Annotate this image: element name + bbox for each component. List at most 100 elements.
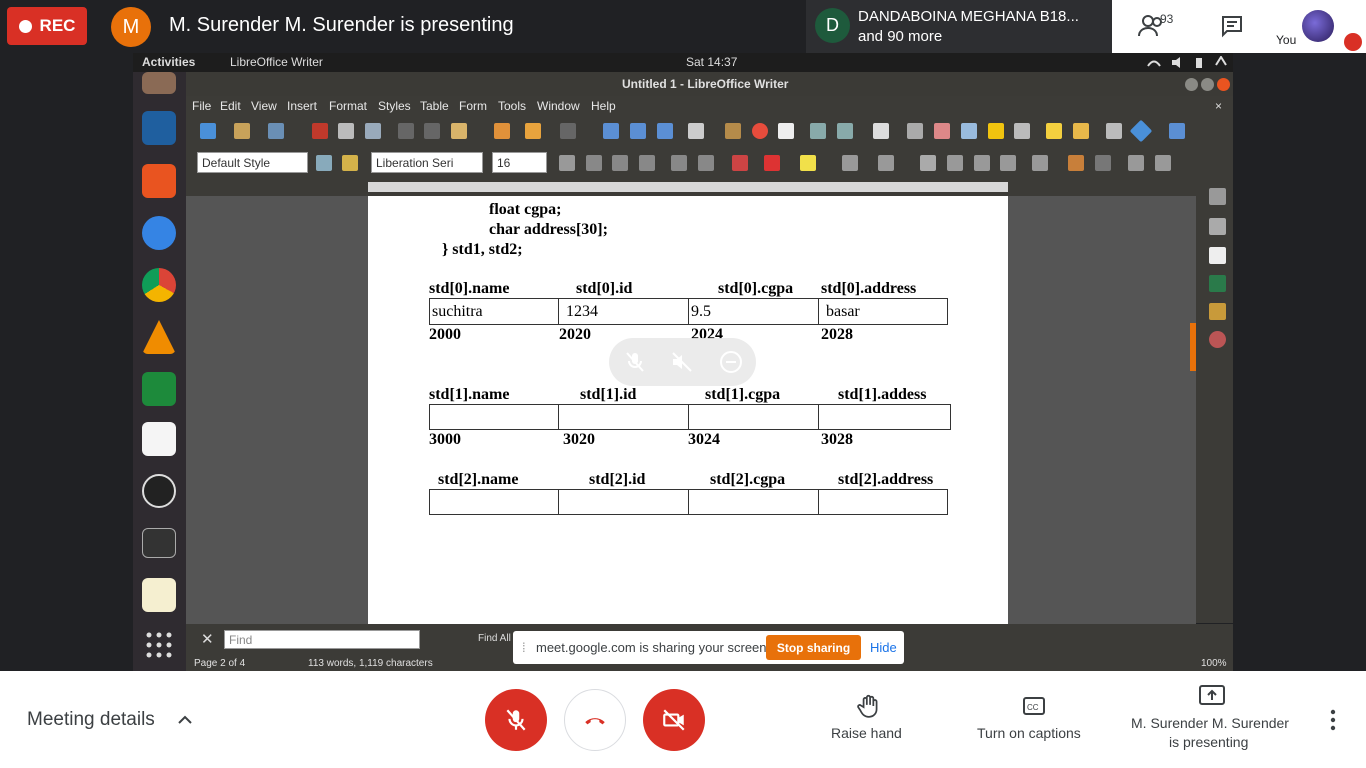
activities-button[interactable]: Activities: [142, 55, 195, 69]
decrease-indent-icon[interactable]: [1155, 155, 1171, 171]
chevron-up-icon[interactable]: [176, 711, 194, 729]
insert-table-icon[interactable]: [688, 123, 704, 139]
dock-obs-icon[interactable]: [142, 474, 176, 508]
underline-icon[interactable]: [612, 155, 628, 171]
speaker-off-icon[interactable]: [670, 350, 694, 374]
close-document-icon[interactable]: ×: [1215, 99, 1222, 113]
menu-form[interactable]: Form: [459, 99, 487, 113]
leave-call-button[interactable]: [564, 689, 626, 751]
table-cell[interactable]: 1234: [566, 303, 598, 321]
table-cell[interactable]: basar: [826, 303, 860, 321]
font-color-icon[interactable]: [764, 155, 780, 171]
new-document-icon[interactable]: [200, 123, 216, 139]
dock-chrome-icon[interactable]: [142, 268, 176, 302]
draw-functions-icon[interactable]: [1169, 123, 1185, 139]
insert-field-icon[interactable]: [837, 123, 853, 139]
mic-off-icon[interactable]: [623, 350, 647, 374]
paste-icon[interactable]: [451, 123, 467, 139]
new-style-icon[interactable]: [342, 155, 358, 171]
hyperlink-icon[interactable]: [907, 123, 923, 139]
bookmark-icon[interactable]: [988, 123, 1004, 139]
clone-formatting-icon[interactable]: [494, 123, 510, 139]
print-icon[interactable]: [338, 123, 354, 139]
insert-textbox-icon[interactable]: [778, 123, 794, 139]
line-spacing-icon[interactable]: [1032, 155, 1048, 171]
copy-icon[interactable]: [424, 123, 440, 139]
increase-indent-icon[interactable]: [1128, 155, 1144, 171]
chat-icon[interactable]: [1220, 14, 1244, 38]
dock-terminal-icon[interactable]: [142, 528, 176, 558]
special-character-icon[interactable]: [873, 123, 889, 139]
align-left-icon[interactable]: [920, 155, 936, 171]
comment-icon[interactable]: [1046, 123, 1062, 139]
self-avatar[interactable]: [1302, 10, 1334, 42]
menu-tools[interactable]: Tools: [498, 99, 526, 113]
maximize-button[interactable]: [1201, 78, 1214, 91]
highlight-color-icon[interactable]: [800, 155, 816, 171]
cross-reference-icon[interactable]: [1014, 123, 1030, 139]
bullets-icon[interactable]: [842, 155, 858, 171]
table-cell[interactable]: 9.5: [691, 303, 711, 321]
menu-help[interactable]: Help: [591, 99, 616, 113]
menu-insert[interactable]: Insert: [287, 99, 317, 113]
track-changes-icon[interactable]: [1073, 123, 1089, 139]
raise-hand-label[interactable]: Raise hand: [831, 725, 902, 741]
close-window-button[interactable]: [1217, 78, 1230, 91]
dock-writer-icon[interactable]: [142, 111, 176, 145]
dock-files-icon[interactable]: [142, 72, 176, 94]
app-menu[interactable]: LibreOffice Writer: [230, 55, 323, 69]
decrease-paragraph-spacing-icon[interactable]: [1095, 155, 1111, 171]
dock-pdf-icon[interactable]: [142, 422, 176, 456]
dock-help-icon[interactable]: [142, 216, 176, 250]
app-grid-icon[interactable]: [146, 632, 172, 658]
increase-paragraph-spacing-icon[interactable]: [1068, 155, 1084, 171]
camera-toggle-button[interactable]: [643, 689, 705, 751]
line-tool-icon[interactable]: [1106, 123, 1122, 139]
save-icon[interactable]: [268, 123, 284, 139]
endnote-icon[interactable]: [961, 123, 977, 139]
meeting-details-button[interactable]: Meeting details: [27, 709, 155, 731]
stop-sharing-button[interactable]: Stop sharing: [766, 635, 861, 660]
table-cell[interactable]: suchitra: [432, 303, 483, 321]
footnote-icon[interactable]: [934, 123, 950, 139]
spellcheck-icon[interactable]: [630, 123, 646, 139]
superscript-icon[interactable]: [671, 155, 687, 171]
sidebar-handle[interactable]: [1190, 323, 1196, 371]
font-size-select[interactable]: 16: [492, 152, 547, 173]
navigator-icon[interactable]: [1209, 331, 1226, 348]
page-icon[interactable]: [1209, 247, 1226, 264]
system-tray-icons[interactable]: [1146, 56, 1228, 69]
undo-icon[interactable]: [525, 123, 541, 139]
properties-icon[interactable]: [1209, 218, 1226, 235]
menu-edit[interactable]: Edit: [220, 99, 241, 113]
page-break-icon[interactable]: [810, 123, 826, 139]
close-find-icon[interactable]: ✕: [201, 630, 214, 648]
styles-icon[interactable]: [1209, 275, 1226, 292]
captions-label[interactable]: Turn on captions: [977, 725, 1081, 741]
sidebar-menu-icon[interactable]: [1209, 188, 1226, 205]
open-folder-icon[interactable]: [234, 123, 250, 139]
align-center-icon[interactable]: [947, 155, 963, 171]
formatting-marks-icon[interactable]: [657, 123, 673, 139]
hide-button[interactable]: Hide: [870, 640, 897, 655]
justify-icon[interactable]: [1000, 155, 1016, 171]
menu-view[interactable]: View: [251, 99, 277, 113]
menu-styles[interactable]: Styles: [378, 99, 411, 113]
microphone-toggle-button[interactable]: [485, 689, 547, 751]
drag-handle-icon[interactable]: ⁞: [522, 640, 526, 655]
clock[interactable]: Sat 14:37: [686, 55, 737, 69]
redo-icon[interactable]: [560, 123, 576, 139]
gallery-icon[interactable]: [1209, 303, 1226, 320]
paragraph-style-select[interactable]: Default Style: [197, 152, 308, 173]
raise-hand-icon[interactable]: [856, 693, 882, 719]
export-pdf-icon[interactable]: [312, 123, 328, 139]
find-input[interactable]: Find: [224, 630, 420, 649]
font-name-select[interactable]: Liberation Seri: [371, 152, 483, 173]
insert-chart-icon[interactable]: [752, 123, 768, 139]
dock-software-icon[interactable]: [142, 164, 176, 198]
clear-formatting-icon[interactable]: [732, 155, 748, 171]
dock-text-editor-icon[interactable]: [142, 578, 176, 612]
menu-file[interactable]: File: [192, 99, 211, 113]
numbering-icon[interactable]: [878, 155, 894, 171]
minimize-button[interactable]: [1185, 78, 1198, 91]
